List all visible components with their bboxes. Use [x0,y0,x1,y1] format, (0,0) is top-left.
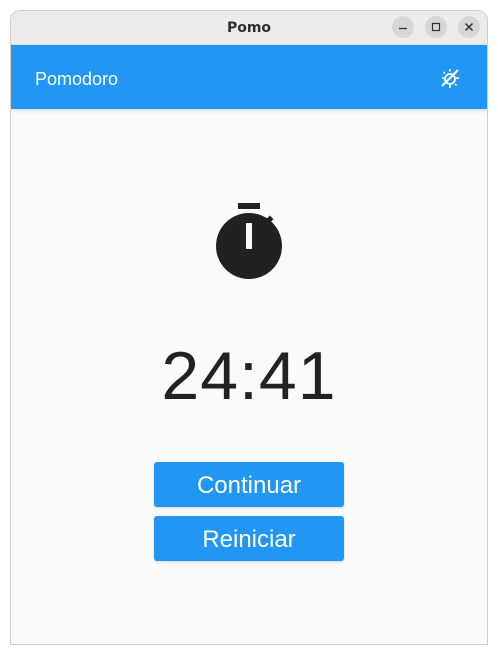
app-window: Pomo Pomodoro 24:41 Continuar Reiniciar [10,10,488,645]
close-icon [465,23,473,31]
continue-button[interactable]: Continuar [154,462,344,507]
timer-display: 24:41 [161,338,337,414]
app-bar: Pomodoro [11,45,487,109]
reset-button[interactable]: Reiniciar [154,516,344,561]
theme-toggle-button[interactable] [439,67,461,89]
app-title: Pomodoro [35,69,119,89]
minimize-icon [399,27,407,30]
stopwatch-icon [216,203,282,279]
window-title: Pomo [226,20,272,36]
maximize-button[interactable] [425,16,447,38]
maximize-icon [431,22,441,32]
title-bar: Pomo [11,11,487,45]
brightness-toggle-icon [441,69,459,88]
close-button[interactable] [458,16,480,38]
minimize-button[interactable] [392,16,414,38]
